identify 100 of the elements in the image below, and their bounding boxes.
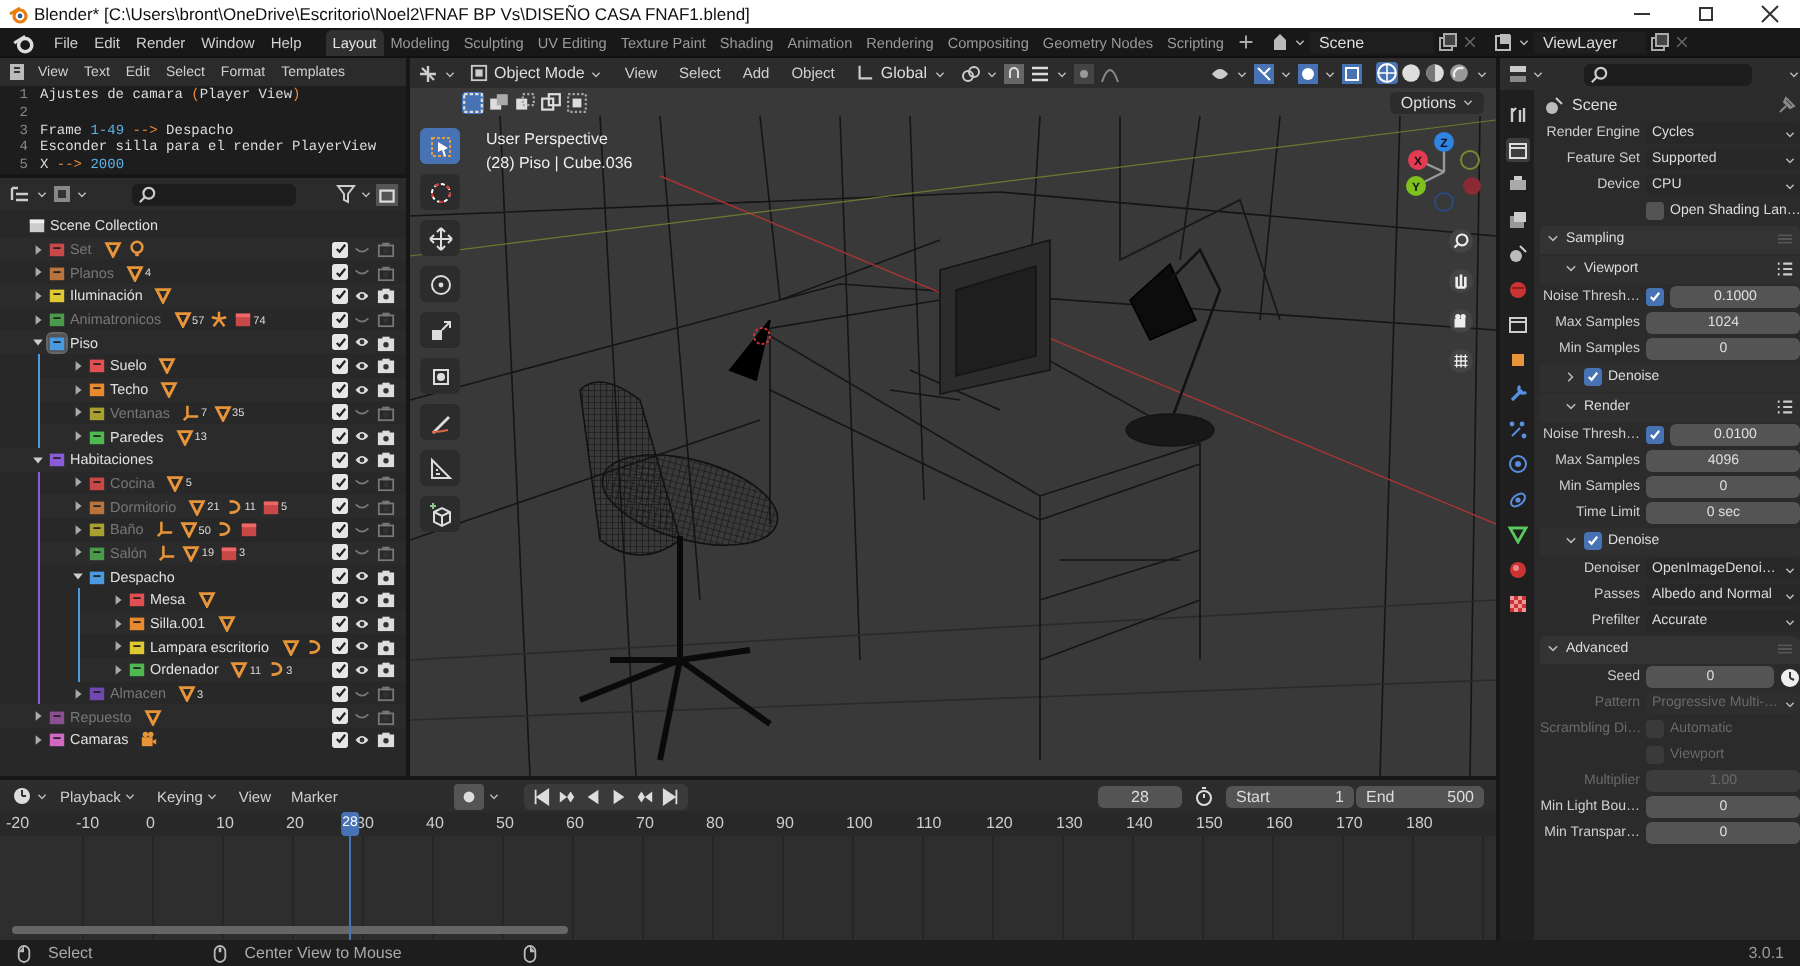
exclude-checkbox[interactable]	[332, 638, 348, 655]
expanded-arrow-icon[interactable]	[72, 570, 84, 583]
transform-tool[interactable]	[420, 358, 460, 394]
eye-icon[interactable]	[352, 591, 372, 608]
search-field[interactable]	[1584, 63, 1752, 85]
light-bulb-icon[interactable]	[127, 240, 146, 259]
jump-end-icon[interactable]	[662, 787, 681, 805]
collection-icon[interactable]	[234, 310, 253, 329]
options-dropdown[interactable]: Options	[1390, 91, 1484, 113]
select-mode-icon[interactable]	[540, 91, 562, 113]
eye-icon[interactable]	[352, 357, 372, 374]
mesh-icon[interactable]	[281, 637, 300, 656]
exclude-checkbox[interactable]	[332, 498, 348, 515]
eye-icon[interactable]	[352, 428, 372, 445]
camera-view-icon[interactable]	[1448, 308, 1474, 334]
box-icon[interactable]	[1505, 312, 1529, 336]
checkbox[interactable]	[1646, 202, 1664, 220]
exclude-checkbox[interactable]	[332, 708, 348, 725]
exclude-checkbox[interactable]	[332, 287, 348, 304]
text-editor-icon[interactable]	[8, 62, 28, 82]
next-keyframe-icon[interactable]	[636, 787, 655, 805]
render-icon[interactable]	[1505, 137, 1529, 161]
collapsed-arrow-icon[interactable]	[112, 593, 124, 606]
pin-icon[interactable]	[1776, 95, 1797, 115]
exclude-checkbox[interactable]	[332, 474, 348, 491]
scrollbar[interactable]	[12, 926, 568, 934]
view3d-icon[interactable]	[418, 63, 438, 83]
render-camera-icon[interactable]	[376, 427, 396, 446]
play-reverse-icon[interactable]	[584, 787, 603, 805]
exclude-checkbox[interactable]	[332, 661, 348, 678]
collapsed-arrow-icon[interactable]	[72, 383, 84, 396]
wireframe-shading-icon[interactable]	[1376, 62, 1398, 84]
render-camera-icon[interactable]	[376, 450, 396, 469]
render-camera-icon[interactable]	[376, 730, 396, 749]
maximize-icon[interactable]	[1696, 4, 1716, 24]
scene-field[interactable]: Scene	[1310, 31, 1435, 53]
expanded-arrow-icon[interactable]	[32, 336, 44, 349]
end-frame-field[interactable]: End 500	[1356, 785, 1484, 807]
exclude-checkbox[interactable]	[332, 264, 348, 281]
exclude-checkbox[interactable]	[332, 334, 348, 351]
copy-icon[interactable]	[1650, 32, 1671, 52]
checkbox[interactable]	[1584, 368, 1602, 386]
record-button[interactable]	[454, 783, 485, 809]
exclude-checkbox[interactable]	[332, 521, 348, 538]
xray-icon[interactable]	[1342, 63, 1362, 83]
cursor-tool[interactable]	[420, 174, 460, 210]
mode-dropdown[interactable]: Object Mode	[462, 64, 611, 82]
measure-tool[interactable]	[420, 450, 460, 486]
current-frame-field[interactable]: 28	[1098, 785, 1182, 807]
render-camera-icon[interactable]	[376, 286, 396, 305]
image-stack-icon[interactable]	[1505, 207, 1529, 231]
copy-icon[interactable]	[1438, 32, 1459, 52]
collapsed-arrow-icon[interactable]	[32, 710, 44, 723]
wrench-icon[interactable]	[1505, 382, 1529, 406]
exclude-checkbox[interactable]	[332, 311, 348, 328]
render-camera-icon[interactable]	[376, 637, 396, 656]
mesh-data-icon[interactable]	[1505, 522, 1529, 546]
increment-icon[interactable]	[1029, 63, 1050, 83]
collapsed-arrow-icon[interactable]	[72, 406, 84, 419]
particles-icon[interactable]	[1505, 417, 1529, 441]
properties-editor-icon[interactable]	[1508, 64, 1528, 84]
collapsed-arrow-icon[interactable]	[72, 500, 84, 513]
axes-icon[interactable]	[181, 403, 200, 422]
new-collection-icon[interactable]	[376, 183, 398, 205]
clock-icon[interactable]	[1780, 667, 1800, 687]
orbit-icon[interactable]	[1505, 452, 1529, 476]
rendered-shading-icon[interactable]	[1448, 62, 1470, 84]
collection-icon[interactable]	[262, 497, 280, 516]
blender-logo-icon[interactable]	[12, 31, 34, 53]
annotate-tool[interactable]	[420, 404, 460, 440]
solid-shading-icon[interactable]	[1400, 62, 1422, 84]
exclude-checkbox[interactable]	[332, 544, 348, 561]
exclude-checkbox[interactable]	[332, 404, 348, 421]
select-mode-icon[interactable]	[514, 91, 536, 113]
armature-icon[interactable]	[210, 310, 229, 329]
scale-tool[interactable]	[420, 312, 460, 348]
exclude-checkbox[interactable]	[332, 591, 348, 608]
collapsed-arrow-icon[interactable]	[112, 663, 124, 676]
proportional-edit-icon[interactable]	[1073, 63, 1094, 83]
exclude-checkbox[interactable]	[332, 615, 348, 632]
material-shading-icon[interactable]	[1424, 62, 1446, 84]
collapsed-arrow-icon[interactable]	[112, 617, 124, 630]
filter-view-icon[interactable]	[52, 184, 72, 204]
collapsed-arrow-icon[interactable]	[32, 266, 44, 279]
layers-icon[interactable]	[1494, 32, 1515, 52]
collapsed-arrow-icon[interactable]	[32, 243, 44, 256]
render-camera-icon[interactable]	[376, 590, 396, 609]
snap-icon[interactable]	[1003, 63, 1024, 83]
falloff-icon[interactable]	[1099, 63, 1120, 83]
orientation-dropdown[interactable]: Global	[848, 64, 954, 82]
grid-icon[interactable]	[1448, 348, 1474, 374]
previous-keyframe-icon[interactable]	[558, 787, 577, 805]
checker-icon[interactable]	[1505, 592, 1529, 616]
filter-icon[interactable]	[336, 184, 356, 204]
render-camera-icon[interactable]	[376, 660, 396, 679]
rotate-tool[interactable]	[420, 266, 460, 302]
eye-icon[interactable]	[352, 451, 372, 468]
collapsed-arrow-icon[interactable]	[32, 313, 44, 326]
select-mode-icon[interactable]	[566, 91, 588, 113]
collapsed-arrow-icon[interactable]	[32, 733, 44, 746]
